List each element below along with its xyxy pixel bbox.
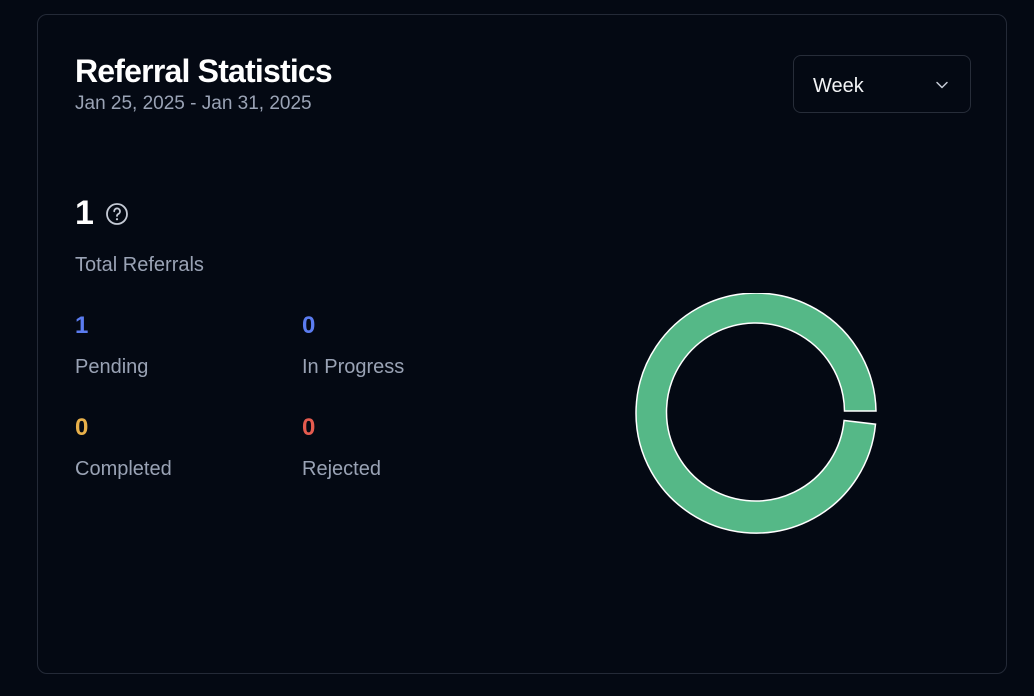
help-circle-icon[interactable] xyxy=(105,202,129,226)
in-progress-value: 0 xyxy=(302,312,316,339)
total-referrals-label: Total Referrals xyxy=(75,254,204,276)
rejected-value: 0 xyxy=(302,414,316,441)
card-title: Referral Statistics xyxy=(75,53,333,89)
in-progress-label: In Progress xyxy=(302,356,405,378)
referral-statistics-card: Referral Statistics Jan 25, 2025 - Jan 3… xyxy=(37,14,1007,674)
chevron-down-icon xyxy=(936,81,948,89)
date-range: Jan 25, 2025 - Jan 31, 2025 xyxy=(75,93,312,114)
pending-label: Pending xyxy=(75,356,149,378)
pending-value: 1 xyxy=(75,312,89,339)
total-referrals-value: 1 xyxy=(75,194,94,232)
period-select[interactable]: Week xyxy=(793,55,971,113)
rejected-label: Rejected xyxy=(302,458,381,480)
completed-label: Completed xyxy=(75,458,172,480)
donut-segment-pending xyxy=(635,293,877,534)
completed-value: 0 xyxy=(75,414,89,441)
period-select-value: Week xyxy=(813,75,864,97)
referral-donut-chart xyxy=(635,293,877,534)
